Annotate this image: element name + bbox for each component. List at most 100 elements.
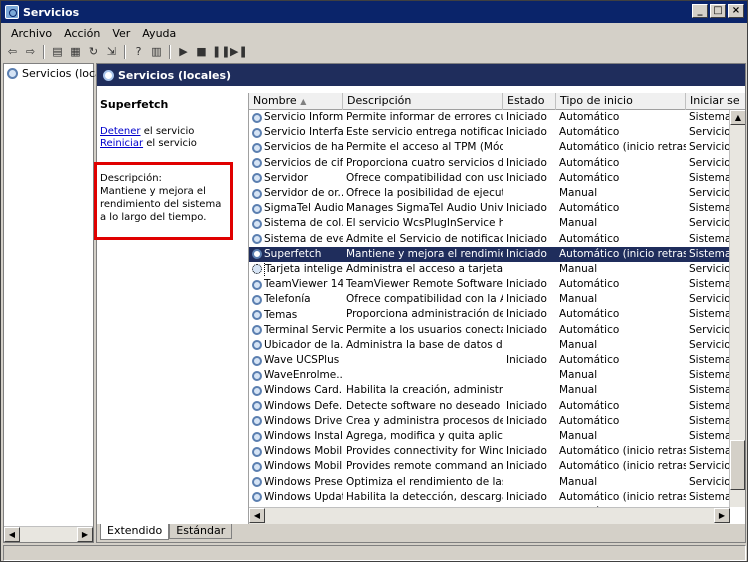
tree-horizontal-scrollbar[interactable]: ◀ ▶ xyxy=(4,526,93,542)
scroll-up-icon[interactable]: ▲ xyxy=(730,110,745,125)
maximize-button[interactable]: □ xyxy=(710,4,726,18)
refresh-icon[interactable]: ↻ xyxy=(86,45,101,59)
list-horizontal-scrollbar[interactable]: ◀ ▶ xyxy=(249,507,730,524)
gear-icon xyxy=(252,446,262,457)
cell-logon: Servicio xyxy=(689,460,730,473)
table-row[interactable]: SigmaTel Audio...Manages SigmaTel Audio … xyxy=(249,201,730,216)
cell-startup: Automático xyxy=(559,171,620,184)
scroll-left-icon[interactable]: ◀ xyxy=(249,508,265,523)
gear-icon xyxy=(252,416,262,427)
cell-startup: Automático (inicio retrasa... xyxy=(559,141,686,154)
start-service-icon[interactable]: ▶ xyxy=(176,45,191,59)
cell-logon: Sistema xyxy=(689,490,730,503)
table-row[interactable]: TeamViewer 14 TeamViewer Remote Software I… xyxy=(249,277,730,292)
scroll-left-icon[interactable]: ◀ xyxy=(4,527,20,542)
gear-icon xyxy=(252,218,262,229)
tab-estandar[interactable]: Estándar xyxy=(169,524,233,539)
gear-icon xyxy=(252,310,262,321)
pause-service-icon[interactable]: ❚❚ xyxy=(212,45,230,59)
table-row[interactable]: Windows Card... Habilita la creación, adm… xyxy=(249,383,730,398)
table-row[interactable]: Sistema de col... El servicio WcsPlugInSe… xyxy=(249,216,730,231)
cell-description: Habilita la detección, descarga e ... xyxy=(346,490,503,503)
table-row[interactable]: TemasProporciona administración de t...I… xyxy=(249,307,730,322)
menu-ayuda[interactable]: Ayuda xyxy=(136,27,182,40)
cell-logon: Servicio xyxy=(689,338,730,351)
table-row[interactable]: Terminal ServicesPermite a los usuarios … xyxy=(249,323,730,338)
back-arrow-icon[interactable]: ⇦ xyxy=(5,45,20,59)
cell-state xyxy=(503,383,556,398)
scroll-right-icon[interactable]: ▶ xyxy=(714,508,730,523)
table-row[interactable]: Windows Mobil...Provides connectivity fo… xyxy=(249,444,730,459)
show-hide-pane-icon[interactable]: ▥ xyxy=(149,45,164,59)
menu-archivo[interactable]: Archivo xyxy=(5,27,58,40)
cell-description: Optimiza el rendimiento de las a... xyxy=(346,475,503,488)
table-row[interactable]: SuperfetchMantiene y mejora el rendimien… xyxy=(249,246,730,262)
cell-logon: Sistema xyxy=(689,308,730,321)
column-header-state[interactable]: Estado xyxy=(503,93,556,110)
forward-arrow-icon[interactable]: ⇨ xyxy=(23,45,38,59)
minimize-button[interactable]: _ xyxy=(692,4,708,18)
column-header-name[interactable]: Nombre ▲ xyxy=(249,93,343,110)
help-icon[interactable]: ? xyxy=(131,45,146,59)
export-list-icon[interactable]: ⇲ xyxy=(104,45,119,59)
cell-state: Iniciado xyxy=(506,232,547,245)
table-row[interactable]: Windows UpdateHabilita la detección, des… xyxy=(249,490,730,505)
table-row[interactable]: Sistema de eve...Admite el Servicio de n… xyxy=(249,232,730,247)
table-row[interactable]: Servicios de cifr...Proporciona cuatro s… xyxy=(249,156,730,171)
cell-name: Windows Update xyxy=(249,490,343,505)
table-row[interactable]: Servicio Inform...Permite informar de er… xyxy=(249,110,730,125)
cell-name: Wave UCSPlus xyxy=(249,353,343,368)
cell-name: Sistema de eve... xyxy=(249,232,343,247)
table-row[interactable]: Ubicador de la... Administra la base de d… xyxy=(249,338,730,353)
cell-state xyxy=(503,262,556,277)
panel-header-title: Servicios (locales) xyxy=(118,68,232,82)
table-row[interactable]: WaveEnrolme... Manual Sistema xyxy=(249,368,730,383)
close-button[interactable]: × xyxy=(728,4,744,18)
services-app-icon xyxy=(5,5,19,19)
menu-accion[interactable]: Acción xyxy=(58,27,106,40)
cell-logon: Sistema xyxy=(689,247,730,260)
gear-icon xyxy=(252,279,262,290)
scroll-right-icon[interactable]: ▶ xyxy=(77,527,93,542)
table-row[interactable]: Servicio Interfa...Este servicio entrega… xyxy=(249,125,730,140)
title-bar[interactable]: Servicios _ □ × xyxy=(1,1,747,23)
table-row[interactable]: Windows Defe... Detecte software no desea… xyxy=(249,399,730,414)
column-header-logon[interactable]: Iniciar se xyxy=(686,93,745,110)
restart-service-icon[interactable]: ▶❚ xyxy=(230,45,248,59)
services-window: Servicios _ □ × Archivo Acción Ver Ayuda… xyxy=(0,0,748,562)
status-bar xyxy=(3,545,746,561)
list-vertical-scrollbar[interactable]: ▲ xyxy=(729,110,745,507)
properties-icon[interactable]: ▦ xyxy=(68,45,83,59)
table-row[interactable]: Windows Prese...Optimiza el rendimiento … xyxy=(249,475,730,490)
toolbar-separator xyxy=(124,45,126,59)
stop-service-link[interactable]: Detener xyxy=(100,126,141,137)
tab-extendido[interactable]: Extendido xyxy=(100,524,170,540)
cell-state: Iniciado xyxy=(506,111,547,123)
table-row[interactable]: ServidorOfrece compatibilidad con uso c.… xyxy=(249,171,730,186)
cell-description: Proporciona administración de t... xyxy=(346,308,503,321)
stop-service-icon[interactable]: ■ xyxy=(194,45,209,59)
column-header-description[interactable]: Descripción xyxy=(343,93,503,110)
table-row[interactable]: Tarjeta inteligenteAdministra el acceso … xyxy=(249,261,730,278)
table-row[interactable]: Windows Mobil...Provides remote command … xyxy=(249,459,730,474)
cell-logon: Sistema xyxy=(689,111,730,123)
console-tree-icon[interactable]: ▤ xyxy=(50,45,65,59)
table-row[interactable]: Windows Drive...Crea y administra proces… xyxy=(249,414,730,429)
cell-state: Iniciado xyxy=(506,293,547,306)
table-row[interactable]: Servidor de or... Ofrece la posibilidad d… xyxy=(249,186,730,201)
cell-state xyxy=(503,140,556,155)
cell-state xyxy=(503,429,556,444)
restart-service-link[interactable]: Reiniciar xyxy=(100,138,143,149)
cell-description xyxy=(343,353,503,368)
cell-logon: Sistema xyxy=(689,445,730,458)
cell-startup: Automático (inicio retrasa... xyxy=(559,445,686,458)
scroll-thumb[interactable] xyxy=(730,440,745,490)
toolbar: ⇦ ⇨ ▤ ▦ ↻ ⇲ ? ▥ ▶ ■ ❚❚ ▶❚ xyxy=(1,43,747,61)
table-row[interactable]: TelefoníaOfrece compatibilidad con la AP… xyxy=(249,292,730,307)
table-row[interactable]: Servicios de ha...Permite el acceso al T… xyxy=(249,140,730,155)
column-header-startup[interactable]: Tipo de inicio xyxy=(556,93,686,110)
table-row[interactable]: Windows InstallerAgrega, modifica y quit… xyxy=(249,429,730,444)
table-row[interactable]: Wave UCSPlus Iniciado Automático Sistema xyxy=(249,353,730,368)
toolbar-separator xyxy=(43,45,45,59)
menu-ver[interactable]: Ver xyxy=(106,27,136,40)
